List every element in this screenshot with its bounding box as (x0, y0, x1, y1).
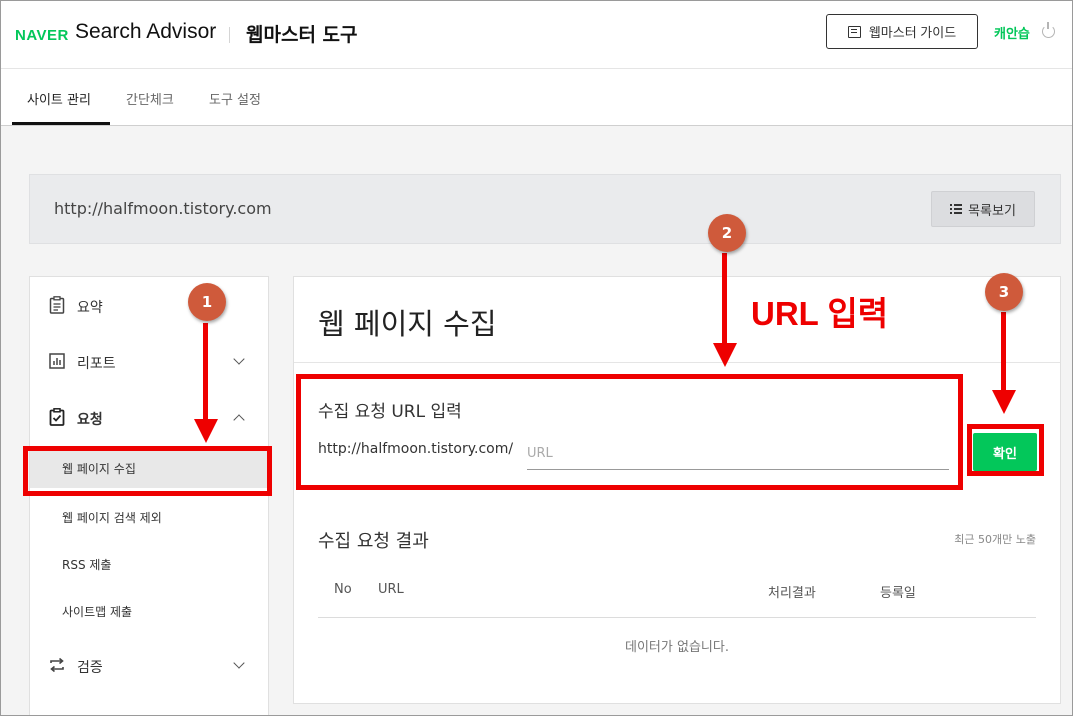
logout-power-icon[interactable] (1042, 22, 1055, 38)
arrow-shaft-2 (722, 253, 727, 345)
arrow-down-icon (713, 343, 737, 367)
webmaster-guide-button[interactable]: 웹마스터 가이드 (826, 14, 978, 49)
clipboard-check-icon (49, 408, 65, 426)
highlight-box-sidebar (23, 446, 272, 496)
sidebar-subitem-page-exclude[interactable]: 웹 페이지 검색 제외 (30, 497, 268, 537)
repeat-icon (50, 657, 64, 673)
column-header-no: No (334, 582, 352, 597)
arrow-shaft-3 (1001, 312, 1006, 392)
user-name[interactable]: 캐안습 (994, 23, 1030, 42)
sidebar-subitem-sitemap-submit[interactable]: 사이트맵 제출 (30, 591, 268, 631)
sidebar-subitem-label: 웹 페이지 검색 제외 (62, 511, 162, 525)
step-badge-1: 1 (188, 283, 226, 321)
column-header-url: URL (378, 582, 404, 597)
sidebar-item-summary[interactable]: 요약 (30, 285, 268, 325)
site-url: http://halfmoon.tistory.com (54, 199, 272, 218)
clipboard-icon (49, 296, 65, 314)
step-badge-2: 2 (708, 214, 746, 252)
title-divider (294, 362, 1060, 363)
highlight-box-confirm (967, 424, 1044, 476)
active-tab-indicator (12, 122, 110, 125)
sidebar-subitem-label: RSS 제출 (62, 558, 112, 572)
empty-message: 데이터가 없습니다. (625, 640, 729, 655)
sidebar-item-report[interactable]: 리포트 (30, 341, 268, 381)
list-view-button[interactable]: 목록보기 (931, 191, 1035, 227)
guide-button-label: 웹마스터 가이드 (868, 25, 957, 40)
sidebar-item-request[interactable]: 요청 (30, 397, 268, 437)
section-title[interactable]: 웹마스터 도구 (246, 20, 358, 47)
chevron-down-icon (233, 657, 245, 669)
result-title: 수집 요청 결과 (318, 531, 429, 552)
tab-site-management[interactable]: 사이트 관리 (27, 89, 91, 108)
list-view-label: 목록보기 (968, 202, 1016, 218)
step-badge-3: 3 (985, 273, 1023, 311)
highlight-box-url-form (296, 374, 963, 490)
chevron-down-icon (233, 353, 245, 365)
header-divider (229, 27, 230, 43)
site-bar: http://halfmoon.tistory.com 목록보기 (29, 174, 1061, 244)
sidebar-item-verify[interactable]: 검증 (30, 645, 268, 685)
naver-logo[interactable]: NAVER (15, 27, 69, 44)
main-panel: 웹 페이지 수집 수집 요청 URL 입력 http://halfmoon.ti… (293, 276, 1061, 704)
sidebar-item-label: 리포트 (77, 356, 116, 372)
chart-icon (49, 353, 65, 369)
list-icon (950, 204, 963, 214)
column-header-date: 등록일 (880, 586, 916, 601)
sidebar-item-label: 요약 (77, 300, 103, 316)
arrow-down-icon (992, 390, 1016, 414)
sidebar: 요약 리포트 요청 웹 페이지 수집 웹 페이지 검색 제외 RSS 제출 사이… (29, 276, 269, 716)
chevron-up-icon (233, 414, 245, 426)
annotation-label: URL 입력 (751, 295, 889, 332)
page-title: 웹 페이지 수집 (318, 307, 497, 341)
table-divider (318, 617, 1036, 618)
sidebar-subitem-label: 사이트맵 제출 (62, 605, 133, 619)
sidebar-item-label: 검증 (77, 660, 103, 676)
arrow-down-icon (194, 419, 218, 443)
sidebar-item-label: 요청 (77, 412, 103, 428)
guide-book-icon (847, 25, 861, 38)
top-header: NAVER Search Advisor 웹마스터 도구 웹마스터 가이드 캐안… (0, 0, 1073, 69)
sidebar-subitem-rss-submit[interactable]: RSS 제출 (30, 544, 268, 584)
main-tabs: 사이트 관리 간단체크 도구 설정 (0, 69, 1073, 126)
tab-tool-settings[interactable]: 도구 설정 (209, 89, 261, 108)
tab-quick-check[interactable]: 간단체크 (126, 89, 174, 108)
column-header-result: 처리결과 (768, 586, 816, 601)
arrow-shaft-1 (203, 323, 208, 421)
result-note: 최근 50개만 노출 (954, 533, 1036, 546)
search-advisor-logo[interactable]: Search Advisor (75, 20, 216, 44)
